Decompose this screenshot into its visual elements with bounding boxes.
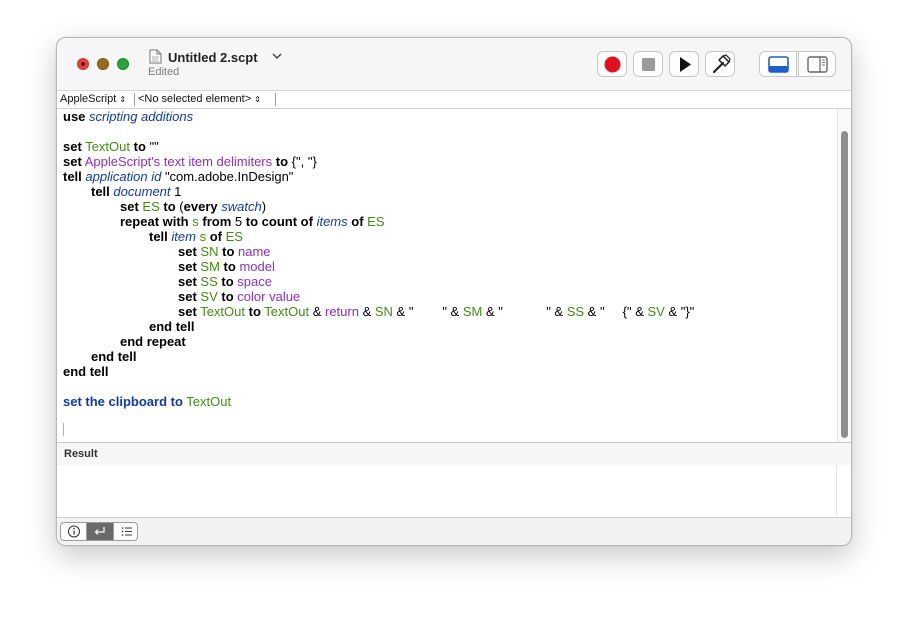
element-label: <No selected element> xyxy=(138,93,252,105)
side-panel-icon xyxy=(807,56,828,73)
code-line: tell application id "com.adobe.InDesign" xyxy=(63,169,294,184)
code-line: tell document 1 xyxy=(91,184,182,199)
code-line: set the clipboard to TextOut xyxy=(63,394,232,409)
script-editor[interactable]: use scripting additions set TextOut to "… xyxy=(57,109,837,442)
code-line: repeat with s from 5 to count of items o… xyxy=(120,214,385,229)
chevron-down-icon[interactable] xyxy=(271,50,283,62)
events-tab[interactable] xyxy=(114,523,137,540)
text-cursor xyxy=(63,423,64,436)
title-bar: Untitled 2.scpt Edited xyxy=(57,38,851,91)
code-line: end tell xyxy=(63,364,109,379)
code-line: set AppleScript's text item delimiters t… xyxy=(63,154,317,169)
script-editor-window: Untitled 2.scpt Edited AppleScript ⇕ <No… xyxy=(56,37,852,546)
bottom-panel-icon xyxy=(768,56,789,73)
zoom-button[interactable] xyxy=(117,58,129,70)
language-label: AppleScript xyxy=(60,93,117,105)
code-line: set TextOut to TextOut & return & SN & "… xyxy=(178,304,695,319)
updown-chevron-icon: ⇕ xyxy=(254,95,261,104)
hammer-icon xyxy=(712,54,731,74)
result-tab[interactable] xyxy=(87,523,113,540)
log-view-selector[interactable] xyxy=(60,522,138,541)
editor-scrollbar[interactable] xyxy=(837,109,851,442)
code-line: end tell xyxy=(91,349,137,364)
code-line: end repeat xyxy=(120,334,186,349)
record-icon xyxy=(604,56,621,73)
scrollbar-thumb[interactable] xyxy=(841,131,848,438)
document-status: Edited xyxy=(148,66,180,78)
result-title: Result xyxy=(64,448,98,460)
code-line: use scripting additions xyxy=(63,109,194,124)
info-icon xyxy=(68,525,80,538)
show-side-panel-button[interactable] xyxy=(798,51,836,77)
code-line: set SS to space xyxy=(178,274,272,289)
result-pane[interactable] xyxy=(57,465,837,516)
element-selector[interactable]: <No selected element> ⇕ xyxy=(138,93,261,105)
list-icon xyxy=(121,527,132,536)
reply-icon xyxy=(94,527,105,535)
show-bottom-panel-button[interactable] xyxy=(759,51,797,77)
record-button[interactable] xyxy=(597,51,627,77)
result-scrollbar[interactable] xyxy=(836,465,851,516)
window-title[interactable]: Untitled 2.scpt xyxy=(168,50,258,65)
code-line: set ES to (every swatch) xyxy=(120,199,267,214)
language-selector[interactable]: AppleScript ⇕ xyxy=(60,93,126,105)
code-line: set SV to color value xyxy=(178,289,301,304)
description-tab[interactable] xyxy=(61,523,87,540)
bottom-bar xyxy=(57,517,851,545)
divider xyxy=(134,93,135,106)
code-line: set SN to name xyxy=(178,244,271,259)
code-line: tell item s of ES xyxy=(149,229,243,244)
result-header: Result xyxy=(57,442,851,466)
navigation-bar: AppleScript ⇕ <No selected element> ⇕ xyxy=(57,91,851,109)
run-button[interactable] xyxy=(669,51,699,77)
updown-chevron-icon: ⇕ xyxy=(119,95,127,104)
code-line: end tell xyxy=(149,319,195,334)
minimize-button[interactable] xyxy=(97,58,109,70)
close-button[interactable] xyxy=(77,58,89,70)
stop-button[interactable] xyxy=(633,51,663,77)
divider xyxy=(275,93,276,106)
script-document-icon xyxy=(149,49,162,64)
code-line: set TextOut to "" xyxy=(63,139,159,154)
stop-icon xyxy=(642,58,655,71)
run-icon xyxy=(680,57,691,72)
code-line: set SM to model xyxy=(178,259,275,274)
compile-button[interactable] xyxy=(705,51,735,77)
